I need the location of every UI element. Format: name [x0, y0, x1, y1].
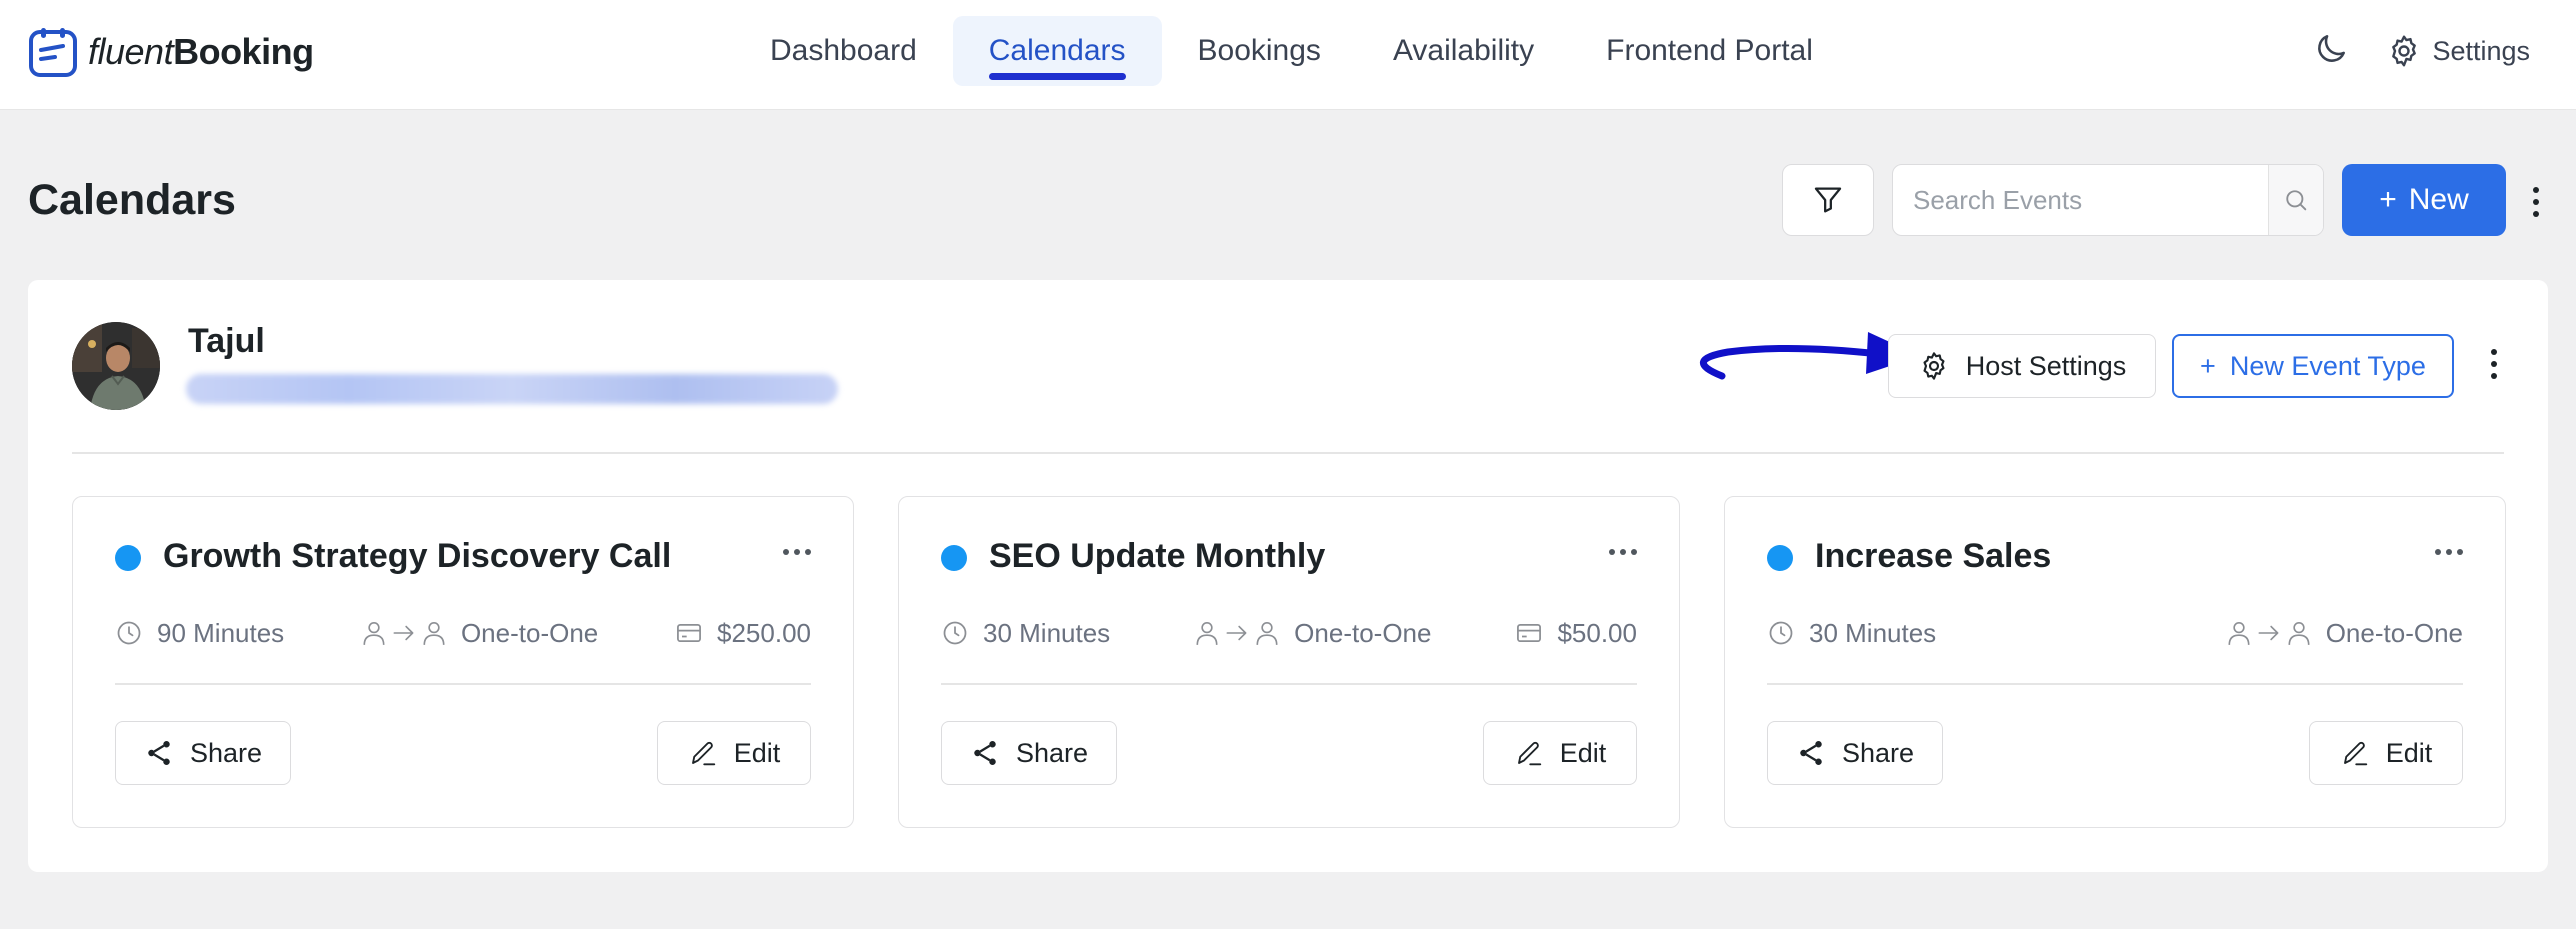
plus-icon: +: [2379, 183, 2397, 216]
event-divider: [941, 683, 1637, 685]
main-nav: Dashboard Calendars Bookings Availabilit…: [734, 16, 1849, 86]
more-horizontal-icon[interactable]: [1609, 549, 1637, 555]
new-event-type-label: New Event Type: [2229, 350, 2426, 381]
share-button[interactable]: Share: [115, 721, 291, 785]
logo-icon: [29, 28, 77, 77]
page-kebab-icon[interactable]: [2526, 180, 2546, 224]
event-meta: 30 Minutes One-to-One $50.00: [941, 615, 1637, 651]
edit-button[interactable]: Edit: [2309, 721, 2463, 785]
user-arrow-user-icon: [1194, 619, 1280, 647]
edit-button[interactable]: Edit: [657, 721, 811, 785]
page-title: Calendars: [28, 176, 236, 224]
event-type: One-to-One: [2226, 618, 2463, 649]
host-email-blurred: [186, 374, 838, 404]
more-horizontal-icon[interactable]: [783, 549, 811, 555]
event-card: Increase Sales 30 Minutes One-to-One Sha…: [1724, 496, 2506, 828]
event-color-dot: [115, 545, 141, 571]
share-button[interactable]: Share: [1767, 721, 1943, 785]
host-settings-label: Host Settings: [1965, 350, 2127, 381]
new-button-label: New: [2408, 183, 2469, 216]
event-meta: 30 Minutes One-to-One: [1767, 615, 2463, 651]
nav-item-bookings[interactable]: Bookings: [1162, 16, 1357, 86]
search-input[interactable]: [1893, 165, 2268, 235]
user-arrow-user-icon: [361, 619, 447, 647]
clock-icon: [117, 621, 141, 645]
credit-card-icon: [1517, 623, 1542, 643]
event-color-dot: [941, 545, 967, 571]
settings-label: Settings: [2432, 35, 2530, 66]
filter-icon: [1814, 187, 1842, 213]
event-divider: [1767, 683, 2463, 685]
credit-card-icon: [677, 623, 701, 643]
host-divider: [72, 452, 2504, 454]
brand-logo[interactable]: fluentBooking: [28, 26, 314, 78]
dark-mode-toggle[interactable]: [2312, 30, 2350, 73]
event-meta: 90 Minutes One-to-One $250.00: [115, 615, 811, 651]
event-price: $50.00: [1515, 618, 1637, 649]
new-event-type-button[interactable]: + New Event Type: [2172, 334, 2454, 398]
event-price: $250.00: [675, 618, 811, 649]
avatar: [72, 322, 160, 410]
share-icon: [1800, 741, 1822, 765]
event-title[interactable]: Growth Strategy Discovery Call: [163, 537, 671, 576]
top-right-actions: Settings: [2312, 28, 2530, 74]
event-duration: 90 Minutes: [115, 618, 284, 649]
event-title[interactable]: SEO Update Monthly: [989, 537, 1325, 576]
event-duration: 30 Minutes: [941, 618, 1110, 649]
nav-item-calendars[interactable]: Calendars: [952, 16, 1162, 86]
host-calendar-card: Tajul Host Settings + New Event Type Gro…: [28, 280, 2548, 872]
host-kebab-icon[interactable]: [2484, 342, 2504, 386]
event-duration: 30 Minutes: [1767, 618, 1936, 649]
new-calendar-button[interactable]: + New: [2342, 164, 2506, 236]
search-icon: [2286, 190, 2307, 211]
search-events-box: [1892, 164, 2324, 236]
settings-link[interactable]: Settings: [2386, 33, 2530, 69]
edit-icon: [1517, 741, 1541, 766]
event-type: One-to-One: [361, 618, 598, 649]
search-button[interactable]: [2268, 165, 2323, 235]
host-settings-button[interactable]: Host Settings: [1888, 334, 2156, 398]
event-title[interactable]: Increase Sales: [1815, 537, 2051, 576]
annotation-arrow: [1699, 332, 1920, 380]
event-color-dot: [1767, 545, 1793, 571]
more-horizontal-icon[interactable]: [2435, 549, 2463, 555]
gear-icon: [1923, 352, 1945, 380]
nav-item-dashboard[interactable]: Dashboard: [734, 16, 953, 86]
share-icon: [974, 741, 996, 765]
filter-button[interactable]: [1782, 164, 1874, 236]
host-name: Tajul: [188, 322, 265, 360]
plus-icon: +: [2200, 350, 2216, 381]
edit-button[interactable]: Edit: [1483, 721, 1637, 785]
share-button[interactable]: Share: [941, 721, 1117, 785]
nav-item-availability[interactable]: Availability: [1357, 16, 1570, 86]
moon-icon: [2318, 34, 2346, 62]
clock-icon: [943, 621, 967, 645]
nav-item-frontend-portal[interactable]: Frontend Portal: [1570, 16, 1849, 86]
event-divider: [115, 683, 811, 685]
gear-icon: [2392, 35, 2417, 67]
event-type: One-to-One: [1194, 618, 1431, 649]
event-card: Growth Strategy Discovery Call 90 Minute…: [72, 496, 854, 828]
event-card: SEO Update Monthly 30 Minutes One-to-One…: [898, 496, 1680, 828]
edit-icon: [2343, 741, 2367, 766]
edit-icon: [691, 741, 715, 766]
brand-name: fluentBooking: [88, 31, 314, 72]
top-navigation-bar: fluentBooking Dashboard Calendars Bookin…: [0, 0, 2576, 110]
share-icon: [148, 741, 170, 765]
user-arrow-user-icon: [2226, 619, 2312, 647]
clock-icon: [1769, 621, 1793, 645]
